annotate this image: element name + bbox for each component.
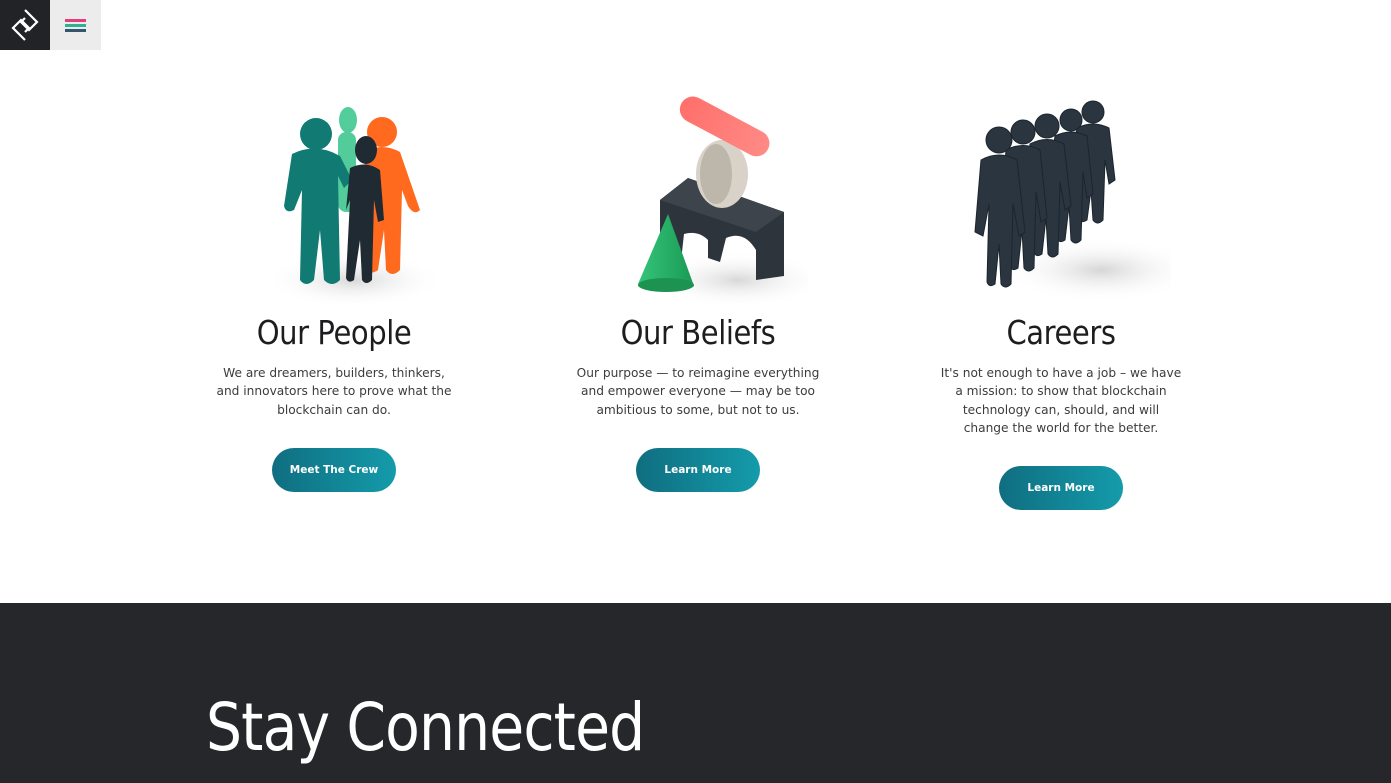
card-careers: Careers It's not enough to have a job – … [931, 80, 1201, 510]
card-title: Our Beliefs [620, 313, 776, 352]
feature-cards: Our People We are dreamers, builders, th… [0, 0, 1391, 603]
card-description: It's not enough to have a job – we have … [940, 366, 1182, 435]
card-description: We are dreamers, builders, thinkers, and… [216, 366, 452, 417]
meet-the-crew-button[interactable]: Meet The Crew [272, 448, 396, 492]
learn-more-beliefs-button[interactable]: Learn More [636, 448, 760, 492]
stay-connected-heading: Stay Connected [206, 689, 645, 766]
card-title: Careers [1006, 313, 1116, 352]
card-our-people: Our People We are dreamers, builders, th… [204, 80, 464, 492]
balanced-shapes-illustration [588, 80, 828, 310]
people-group-illustration [224, 80, 444, 310]
footer-section: Stay Connected [0, 603, 1391, 783]
learn-more-careers-button[interactable]: Learn More [999, 466, 1123, 510]
people-line-illustration [951, 80, 1201, 310]
card-title: Our People [256, 313, 412, 352]
card-our-beliefs: Our Beliefs Our purpose — to reimagine e… [568, 80, 828, 492]
card-description: Our purpose — to reimagine everything an… [576, 366, 820, 417]
